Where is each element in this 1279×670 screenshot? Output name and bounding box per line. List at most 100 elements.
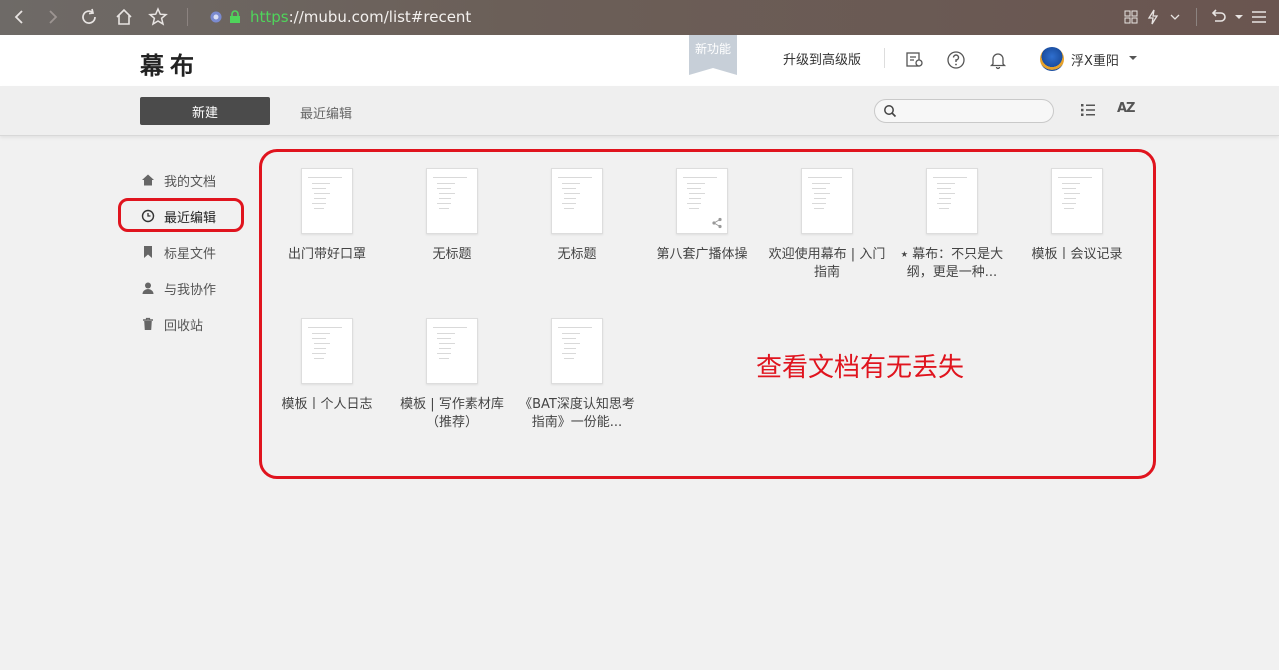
document-title: 《BAT深度认知思考指南》一份能...: [517, 396, 637, 432]
thumbnail-line: [437, 353, 451, 354]
undo-icon[interactable]: [1208, 6, 1230, 28]
forward-icon[interactable]: [42, 6, 64, 28]
address-bar[interactable]: https://mubu.com/list#recent: [250, 8, 471, 26]
document-title: 第八套广播体操: [642, 246, 762, 264]
thumbnail-line: [439, 198, 451, 199]
document-title: 模板丨个人日志: [267, 396, 387, 414]
new-button[interactable]: 新建: [140, 97, 270, 125]
divider: [1196, 8, 1197, 26]
document-item[interactable]: 第八套广播体操: [642, 168, 762, 264]
divider: [884, 48, 885, 68]
document-thumbnail[interactable]: [1051, 168, 1103, 234]
sidebar-item-shared[interactable]: 与我协作: [140, 276, 250, 300]
document-thumbnail[interactable]: [301, 318, 353, 384]
grid-icon[interactable]: [1120, 6, 1142, 28]
document-item[interactable]: 出门带好口罩: [267, 168, 387, 264]
thumbnail-line: [814, 208, 824, 209]
thumbnail-line: [564, 198, 576, 199]
thumbnail-line: [437, 203, 451, 204]
document-thumbnail[interactable]: [426, 168, 478, 234]
thumbnail-line: [1064, 193, 1080, 194]
thumbnail-line: [439, 358, 449, 359]
document-title: 模板 | 写作素材库（推荐）: [392, 396, 512, 432]
thumbnail-line: [939, 208, 949, 209]
thumbnail-line: [437, 333, 455, 334]
search-box[interactable]: [874, 99, 1054, 123]
document-thumbnail[interactable]: [801, 168, 853, 234]
thumbnail-line: [814, 198, 826, 199]
thumbnail-line: [1064, 208, 1074, 209]
user-icon: [140, 280, 156, 296]
sort-az-icon[interactable]: AZ: [1117, 101, 1135, 116]
document-title: 模板丨会议记录: [1017, 246, 1137, 264]
chevron-down-icon[interactable]: [1164, 6, 1186, 28]
document-item[interactable]: 模板 | 写作素材库（推荐）: [392, 318, 512, 432]
thumbnail-line: [308, 177, 342, 178]
reload-icon[interactable]: [78, 6, 100, 28]
thumbnail-line: [564, 358, 574, 359]
template-icon[interactable]: [905, 50, 925, 70]
thumbnail-line: [439, 193, 455, 194]
document-item[interactable]: 模板丨个人日志: [267, 318, 387, 414]
thumbnail-line: [314, 358, 324, 359]
menu-icon[interactable]: [1248, 6, 1270, 28]
thumbnail-line: [314, 348, 326, 349]
document-thumbnail[interactable]: [426, 318, 478, 384]
upgrade-link[interactable]: 升级到高级版: [783, 49, 861, 68]
thumbnail-line: [312, 203, 326, 204]
new-feature-badge[interactable]: 新功能: [689, 35, 737, 68]
bookmark-icon: [140, 244, 156, 260]
thumbnail-line: [808, 177, 842, 178]
document-item[interactable]: 无标题: [392, 168, 512, 264]
avatar[interactable]: [1040, 47, 1064, 71]
sidebar-item-starred[interactable]: 标星文件: [140, 240, 250, 264]
document-title: 无标题: [517, 246, 637, 264]
document-thumbnail[interactable]: [926, 168, 978, 234]
thumbnail-line: [689, 198, 701, 199]
caret-down-icon[interactable]: [1228, 6, 1250, 28]
document-item[interactable]: 模板丨会议记录: [1017, 168, 1137, 264]
document-item[interactable]: 《BAT深度认知思考指南》一份能...: [517, 318, 637, 432]
logo[interactable]: 幕布: [140, 46, 200, 81]
document-thumbnail[interactable]: [301, 168, 353, 234]
document-thumbnail[interactable]: [551, 318, 603, 384]
username[interactable]: 浮X重阳: [1071, 50, 1119, 69]
document-title: 无标题: [392, 246, 512, 264]
back-icon[interactable]: [8, 6, 30, 28]
thumbnail-line: [437, 338, 451, 339]
thumbnail-line: [558, 327, 592, 328]
thumbnail-line: [564, 193, 580, 194]
thumbnail-line: [558, 177, 592, 178]
share-icon: [711, 217, 723, 229]
document-title: ⭑ 幕布：不只是大纲，更是一种...: [892, 246, 1012, 282]
thumbnail-line: [814, 193, 830, 194]
sidebar-item-label: 与我协作: [164, 279, 216, 298]
url-path: ://mubu.com/list#recent: [289, 8, 472, 26]
sidebar-item-my-documents[interactable]: 我的文档: [140, 168, 250, 192]
url-scheme: https: [250, 8, 289, 26]
thumbnail-line: [687, 188, 701, 189]
thumbnail-line: [314, 198, 326, 199]
document-item[interactable]: 欢迎使用幕布 | 入门指南: [767, 168, 887, 282]
thumbnail-line: [437, 188, 451, 189]
caret-down-icon[interactable]: [1129, 56, 1137, 60]
search-input[interactable]: [901, 102, 1046, 120]
sidebar-item-trash[interactable]: 回收站: [140, 312, 250, 336]
document-thumbnail[interactable]: [551, 168, 603, 234]
sidebar-item-label: 标星文件: [164, 243, 216, 262]
thumbnail-line: [564, 343, 580, 344]
home-icon[interactable]: [113, 6, 135, 28]
thumbnail-line: [939, 198, 951, 199]
star-icon[interactable]: [147, 6, 169, 28]
thumbnail-line: [1062, 188, 1076, 189]
bell-icon[interactable]: [988, 50, 1008, 70]
help-icon[interactable]: [946, 50, 966, 70]
thumbnail-line: [562, 203, 576, 204]
list-view-icon[interactable]: [1080, 102, 1098, 120]
document-thumbnail[interactable]: [676, 168, 728, 234]
document-item[interactable]: ⭑ 幕布：不只是大纲，更是一种...: [892, 168, 1012, 282]
thumbnail-line: [1058, 177, 1092, 178]
lightning-icon[interactable]: [1142, 6, 1164, 28]
thumbnail-line: [562, 338, 576, 339]
document-item[interactable]: 无标题: [517, 168, 637, 264]
